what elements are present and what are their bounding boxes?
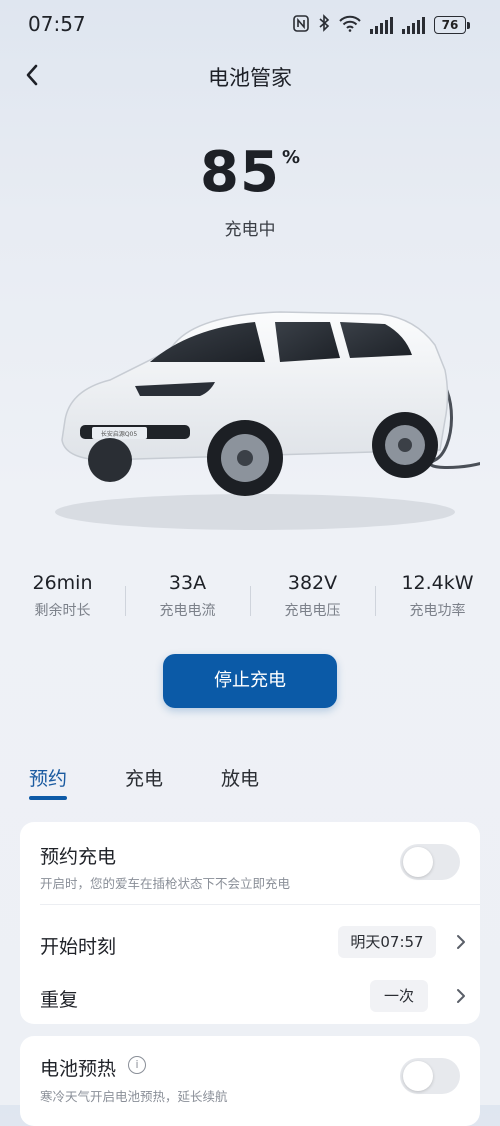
stat-value: 382V: [287, 572, 338, 594]
stat-value: 12.4kW: [401, 572, 474, 594]
tab-charge[interactable]: 充电: [125, 764, 163, 791]
status-bar: 07:57 76: [0, 0, 500, 48]
status-time: 07:57: [28, 12, 86, 36]
scheduled-charging-card: 预约充电 开启时，您的爱车在插枪状态下不会立即充电 开始时刻 明天07:57 重…: [20, 822, 480, 1024]
stat-remaining-time: 26min 剩余时长: [0, 572, 125, 628]
stat-label: 充电电压: [284, 603, 341, 619]
battery-level: 76: [434, 16, 466, 34]
car-badge: 长安启源Q05: [101, 430, 138, 438]
stat-value: 33A: [168, 572, 207, 594]
battery-preheat-card: 电池预热 i 寒冷天气开启电池预热，延长续航: [20, 1036, 480, 1126]
active-tab-indicator: [29, 796, 67, 800]
soc-unit: %: [281, 147, 300, 168]
stat-power: 12.4kW 充电功率: [375, 572, 500, 628]
stat-value: 26min: [32, 572, 93, 594]
repeat-value[interactable]: 一次: [370, 980, 428, 1012]
signal-icon: [402, 16, 425, 34]
charging-stats: 26min 剩余时长 33A 充电电流 382V 充电电压 12.4kW 充电功…: [0, 572, 500, 628]
scheduled-charging-subtitle: 开启时，您的爱车在插枪状态下不会立即充电: [40, 876, 291, 891]
battery-preheat-toggle[interactable]: [400, 1058, 460, 1094]
scheduled-charging-toggle[interactable]: [400, 844, 460, 880]
battery-icon: 76: [434, 16, 470, 34]
charging-status: 充电中: [224, 220, 276, 240]
toggle-knob: [403, 1061, 433, 1091]
stat-label: 充电电流: [159, 603, 216, 619]
start-time-value[interactable]: 明天07:57: [338, 926, 436, 958]
battery-preheat-subtitle: 寒冷天气开启电池预热，延长续航: [40, 1089, 228, 1104]
page-header: 电池管家: [0, 52, 500, 100]
repeat-label: 重复: [40, 989, 79, 1011]
stop-charging-button[interactable]: 停止充电: [163, 654, 337, 708]
start-time-label: 开始时刻: [40, 936, 117, 958]
bluetooth-icon: [318, 14, 330, 36]
battery-soc: 85%: [0, 140, 500, 205]
car-image: 长安启源Q05: [40, 300, 491, 540]
nfc-icon: [293, 14, 309, 36]
tab-bar: 预约 充电 放电: [0, 760, 500, 804]
chevron-right-icon[interactable]: [454, 985, 468, 1007]
toggle-knob: [403, 847, 433, 877]
wifi-icon: [339, 15, 361, 36]
tab-schedule[interactable]: 预约: [29, 764, 67, 791]
info-icon[interactable]: i: [128, 1056, 146, 1074]
battery-preheat-title: 电池预热: [40, 1058, 117, 1080]
soc-value: 85: [200, 140, 280, 205]
status-icons: 76: [293, 14, 470, 36]
scheduled-charging-title: 预约充电: [40, 846, 117, 868]
page-title: 电池管家: [208, 66, 292, 90]
divider: [40, 904, 480, 905]
chevron-right-icon[interactable]: [454, 931, 468, 953]
signal-icon: [370, 16, 393, 34]
stat-label: 剩余时长: [34, 603, 91, 619]
stat-label: 充电功率: [409, 603, 466, 619]
stat-voltage: 382V 充电电压: [250, 572, 375, 628]
stat-current: 33A 充电电流: [125, 572, 250, 628]
tab-discharge[interactable]: 放电: [221, 764, 259, 791]
